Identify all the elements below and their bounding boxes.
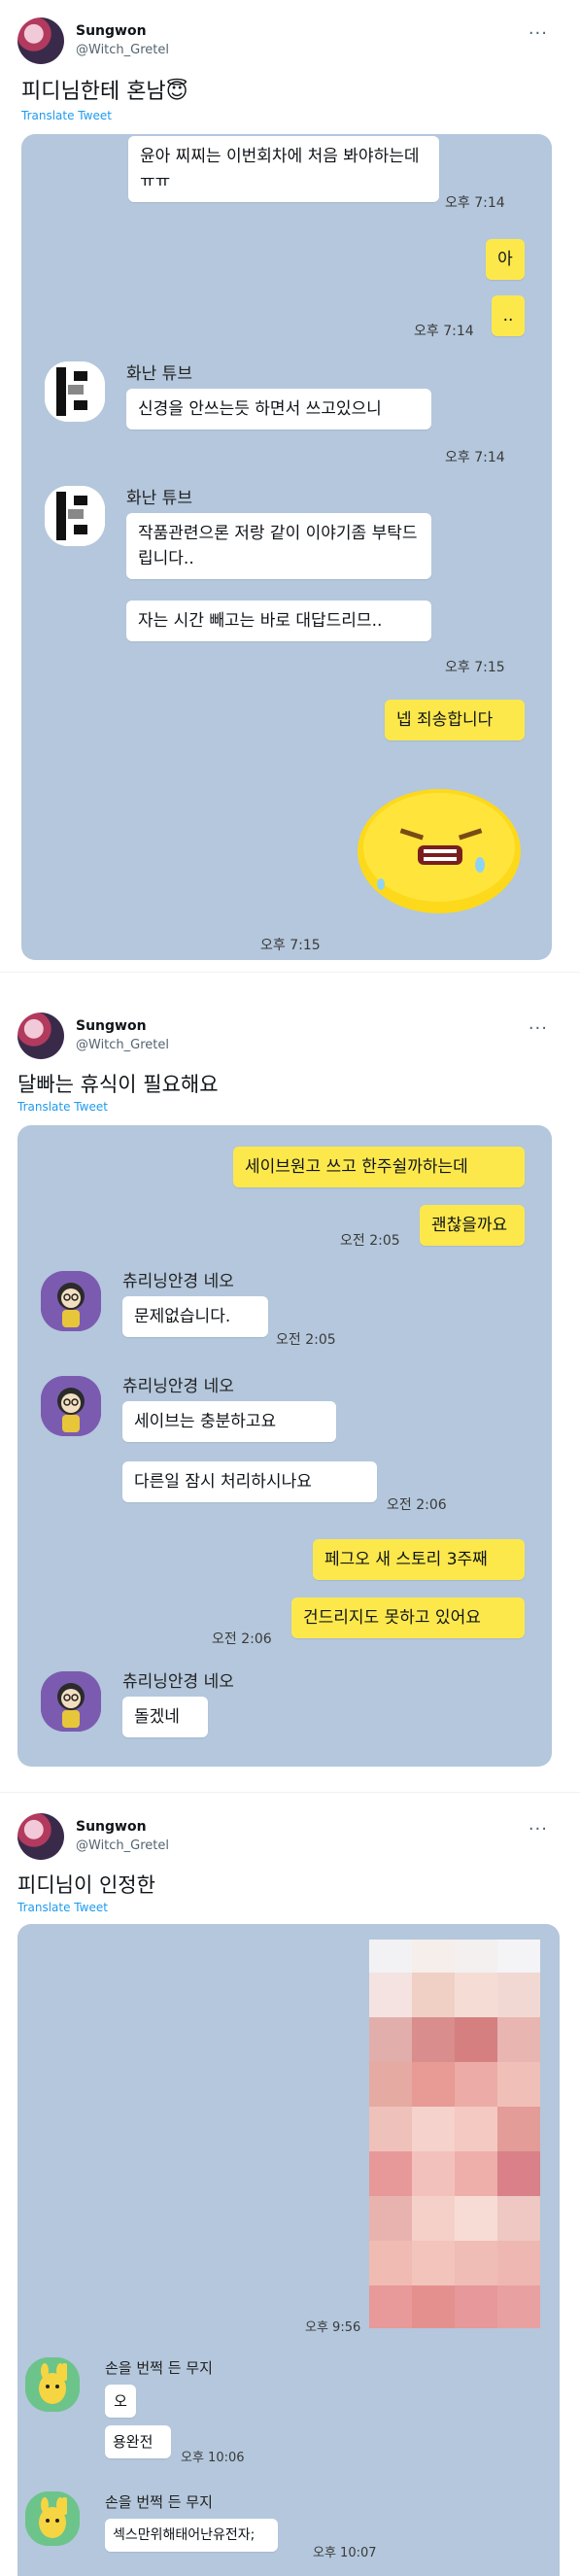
translate-link[interactable]: Translate Tweet — [21, 109, 112, 122]
more-options-icon[interactable]: ··· — [529, 1819, 548, 1839]
translate-link[interactable]: Translate Tweet — [17, 1901, 108, 1914]
avatar[interactable] — [17, 1813, 64, 1860]
message-bubble: 세이브는 충분하고요 — [122, 1401, 336, 1442]
message-bubble: 문제없습니다. — [122, 1296, 268, 1337]
tweet-1: Sungwon @Witch_Gretel ··· 피디님한테 혼남😇 Tran… — [0, 0, 580, 972]
avatar — [41, 1271, 101, 1331]
chat-screenshot: 오후 9:56 손을 번쩍 든 무지 오 용완전 오후 10:06 손을 번쩍 … — [17, 1924, 560, 2576]
sender-avatar-icon — [41, 1671, 101, 1732]
sender-name: 손을 번쩍 든 무지 — [105, 2493, 213, 2511]
message-bubble: 용완전 — [105, 2425, 171, 2458]
user-name[interactable]: Sungwon — [76, 23, 147, 39]
sender-avatar-icon — [41, 1376, 101, 1436]
user-handle[interactable]: @Witch_Gretel — [76, 1838, 169, 1853]
user-name[interactable]: Sungwon — [76, 1018, 147, 1034]
sender-avatar-icon — [41, 1271, 101, 1331]
tweet-header: Sungwon @Witch_Gretel ··· — [17, 17, 562, 64]
sender-name: 츄리닝안경 네오 — [122, 1672, 234, 1692]
avatar — [41, 1376, 101, 1436]
message-time: 오후 9:56 — [305, 2320, 361, 2335]
sender-avatar-icon — [25, 2357, 80, 2412]
avatar[interactable] — [17, 17, 64, 64]
message-time: 오전 2:06 — [387, 1497, 447, 1513]
user-handle[interactable]: @Witch_Gretel — [76, 1038, 169, 1052]
message-bubble: 섹스만위해태어난유전자; — [105, 2519, 278, 2552]
tweet-text: 달빠는 휴식이 필요해요 — [17, 1073, 219, 1096]
message-time: 오전 2:05 — [340, 1233, 400, 1249]
avatar — [41, 1671, 101, 1732]
message-bubble-mine: 아 — [486, 239, 525, 280]
message-time: 오후 7:14 — [445, 450, 505, 465]
message-bubble: 작품관련으론 저랑 같이 이야기좀 부탁드립니다.. — [126, 513, 431, 579]
avatar — [25, 2491, 80, 2546]
message-bubble: 다른일 잠시 처리하시나요 — [122, 1461, 377, 1502]
message-bubble-mine: 페그오 새 스토리 3주째 — [313, 1539, 525, 1580]
message-bubble: 오 — [105, 2385, 136, 2418]
message-time: 오전 2:06 — [212, 1631, 272, 1647]
message-bubble-mine: 넵 죄송합니다 — [385, 700, 525, 740]
more-options-icon[interactable]: ··· — [529, 23, 548, 44]
avatar — [45, 486, 105, 546]
message-bubble-mine: 괜찮을까요 — [420, 1205, 525, 1246]
avatar — [45, 361, 105, 422]
tweet-text: 피디님한테 혼남😇 — [21, 80, 188, 104]
message-time: 오후 10:07 — [313, 2546, 377, 2560]
sender-avatar-icon — [45, 361, 105, 422]
message-bubble: 윤아 찌찌는 이번회차에 처음 봐야하는데 ㅠㅠ — [128, 136, 439, 202]
sender-avatar-icon — [25, 2491, 80, 2546]
sender-name: 화난 튜브 — [126, 489, 192, 508]
message-bubble: 자는 시간 빼고는 바로 대답드리므.. — [126, 601, 431, 641]
message-bubble-mine: .. — [492, 295, 525, 336]
chat-screenshot: 윤아 찌찌는 이번회차에 처음 봐야하는데 ㅠㅠ 오후 7:14 아 .. 오후… — [21, 134, 552, 960]
crying-emoticon-icon — [358, 789, 521, 913]
tweet-3: Sungwon @Witch_Gretel ··· 피디님이 인정한 Trans… — [0, 1796, 580, 2576]
avatar[interactable] — [17, 1013, 64, 1059]
message-time: 오후 10:06 — [181, 2451, 245, 2465]
sender-name: 화난 튜브 — [126, 364, 192, 384]
avatar — [25, 2357, 80, 2412]
message-time: 오전 2:05 — [276, 1332, 336, 1348]
divider — [0, 972, 580, 973]
sender-name: 츄리닝안경 네오 — [122, 1377, 234, 1396]
chat-screenshot: 세이브원고 쓰고 한주쉴까하는데 괜찮을까요 오전 2:05 츄리닝안경 네오 … — [17, 1125, 552, 1767]
sender-name: 손을 번쩍 든 무지 — [105, 2359, 213, 2377]
sender-name: 츄리닝안경 네오 — [122, 1272, 234, 1291]
message-time: 오후 7:15 — [445, 660, 505, 675]
message-time: 오후 7:15 — [260, 938, 321, 953]
message-time: 오후 7:14 — [445, 195, 505, 211]
tweet-header: Sungwon @Witch_Gretel ··· — [17, 1013, 562, 1059]
message-bubble: 돌겠네 — [122, 1697, 208, 1737]
message-time: 오후 7:14 — [414, 324, 474, 339]
sender-avatar-icon — [45, 486, 105, 546]
translate-link[interactable]: Translate Tweet — [17, 1100, 108, 1114]
message-bubble-mine: 건드리지도 못하고 있어요 — [291, 1597, 525, 1638]
user-handle[interactable]: @Witch_Gretel — [76, 43, 169, 57]
tweet-2: Sungwon @Witch_Gretel ··· 달빠는 휴식이 필요해요 T… — [0, 995, 580, 1792]
message-bubble-mine: 세이브원고 쓰고 한주쉴까하는데 — [233, 1147, 525, 1187]
divider — [0, 1792, 580, 1793]
user-name[interactable]: Sungwon — [76, 1819, 147, 1835]
tweet-text: 피디님이 인정한 — [17, 1873, 155, 1897]
more-options-icon[interactable]: ··· — [529, 1018, 548, 1039]
tweet-header: Sungwon @Witch_Gretel ··· — [17, 1813, 562, 1860]
blurred-image — [369, 1940, 540, 2328]
message-bubble: 신경을 안쓰는듯 하면서 쓰고있으니 — [126, 389, 431, 429]
